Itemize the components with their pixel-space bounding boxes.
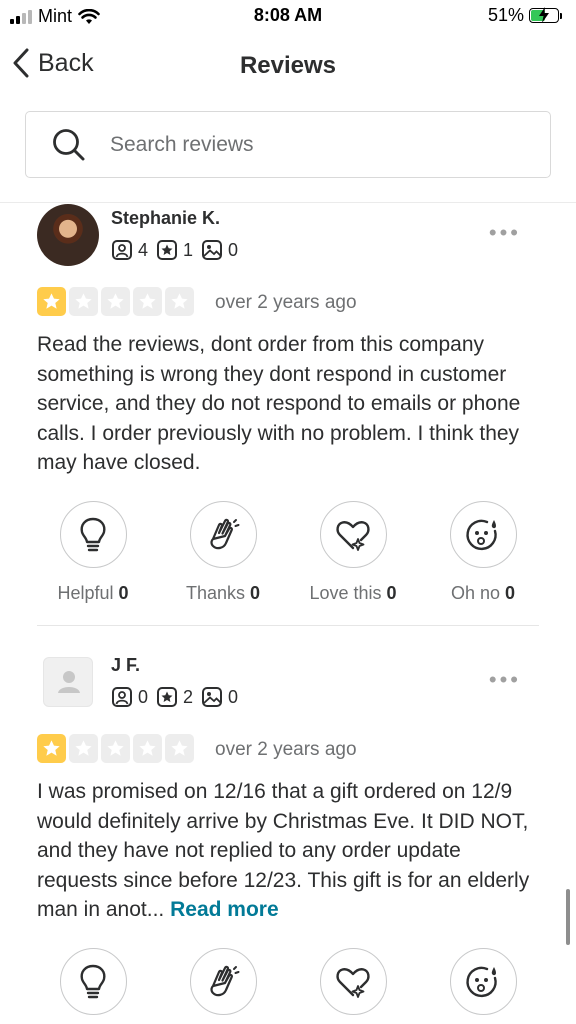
review-text: Read the reviews, dont order from this c… (37, 333, 521, 474)
battery-group: 51% (488, 5, 562, 26)
reaction-oh-no (418, 948, 548, 1015)
lightbulb-icon (80, 517, 106, 551)
reviewer-stats: 4 1 0 (111, 239, 238, 261)
status-bar: Mint 8:08 AM 51% (0, 0, 576, 34)
reaction-count: 0 (386, 583, 397, 603)
star-rating (37, 287, 194, 316)
battery-icon (529, 7, 559, 23)
reviewer-name[interactable]: Stephanie K. (111, 208, 220, 229)
star-icon (69, 734, 98, 763)
reaction-love (288, 948, 418, 1015)
heart-sparkle-icon (336, 967, 370, 998)
oh-no-button[interactable] (449, 501, 517, 568)
star-icon (37, 287, 66, 316)
photo-count-stat: 0 (201, 239, 238, 261)
reaction-thanks (158, 948, 288, 1015)
reaction-count: 0 (505, 583, 516, 603)
review-date: over 2 years ago (215, 739, 357, 760)
clapping-hands-icon (210, 965, 240, 996)
friend-count-stat: 2 (156, 686, 193, 708)
star-icon (37, 734, 66, 763)
reaction-label: Love this 0 (309, 583, 397, 603)
avatar[interactable] (37, 204, 99, 266)
friend-count: 2 (183, 686, 194, 707)
star-icon (101, 734, 130, 763)
reviewer-stats: 0 2 0 (111, 686, 238, 708)
helpful-button[interactable] (59, 501, 127, 568)
photo-count: 0 (228, 239, 239, 260)
photo-icon (202, 687, 223, 707)
star-icon (165, 287, 194, 316)
oh-no-button[interactable] (449, 948, 517, 1015)
avatar[interactable] (43, 657, 93, 707)
reaction-label: Thanks 0 (185, 583, 261, 603)
thanks-button[interactable] (189, 501, 257, 568)
review-date: over 2 years ago (215, 292, 357, 313)
star-badge-icon (157, 687, 178, 707)
photo-count-stat: 0 (201, 686, 238, 708)
heart-sparkle-icon (336, 520, 370, 551)
helpful-button[interactable] (59, 948, 127, 1015)
review-body: I was promised on 12/16 that a gift orde… (37, 780, 530, 921)
surprised-face-icon (466, 966, 497, 997)
review-count: 4 (138, 239, 149, 260)
more-options-button[interactable]: ••• (489, 220, 521, 246)
reaction-label: Helpful 0 (57, 583, 129, 603)
user-placeholder-icon (58, 671, 80, 693)
photo-count: 0 (228, 686, 239, 707)
search-input[interactable] (110, 132, 510, 157)
reaction-helpful (28, 948, 158, 1015)
star-badge-icon (157, 240, 178, 260)
reaction-count: 0 (118, 583, 129, 603)
reaction-label: Oh no 0 (450, 583, 516, 603)
lightbulb-icon (80, 964, 106, 998)
read-more-link[interactable]: Read more (170, 898, 279, 921)
star-icon (69, 287, 98, 316)
friend-count: 1 (183, 239, 194, 260)
reaction-count: 0 (250, 583, 261, 603)
photo-icon (202, 240, 223, 260)
reviewer-name[interactable]: J F. (111, 655, 140, 676)
scrollbar[interactable] (566, 889, 570, 945)
battery-percentage: 51% (487, 5, 524, 25)
star-icon (133, 734, 162, 763)
header-divider (0, 202, 576, 203)
review-count-stat: 4 (111, 239, 148, 261)
star-icon (133, 287, 162, 316)
star-icon (165, 734, 194, 763)
review-count-icon (112, 687, 132, 707)
reaction-helpful: Helpful 0 (28, 501, 158, 604)
navigation-bar: Back Reviews (0, 40, 576, 90)
surprised-face-icon (466, 519, 497, 550)
love-this-button[interactable] (319, 948, 387, 1015)
clapping-hands-icon (210, 518, 240, 549)
review-count: 0 (138, 686, 149, 707)
reaction-oh-no: Oh no 0 (418, 501, 548, 604)
search-bar[interactable] (25, 111, 551, 178)
friend-count-stat: 1 (156, 239, 193, 261)
more-options-button[interactable]: ••• (489, 667, 521, 693)
page-title: Reviews (239, 52, 337, 79)
battery-cap (560, 12, 562, 19)
love-this-button[interactable] (319, 501, 387, 568)
review-divider (37, 625, 539, 626)
star-icon (101, 287, 130, 316)
thanks-button[interactable] (189, 948, 257, 1015)
review-text: I was promised on 12/16 that a gift orde… (37, 777, 547, 925)
star-rating (37, 734, 194, 763)
review-count-icon (112, 240, 132, 260)
reaction-love: Love this 0 (288, 501, 418, 604)
search-icon (53, 128, 85, 160)
reaction-thanks: Thanks 0 (158, 501, 288, 604)
review-count-stat: 0 (111, 686, 148, 708)
